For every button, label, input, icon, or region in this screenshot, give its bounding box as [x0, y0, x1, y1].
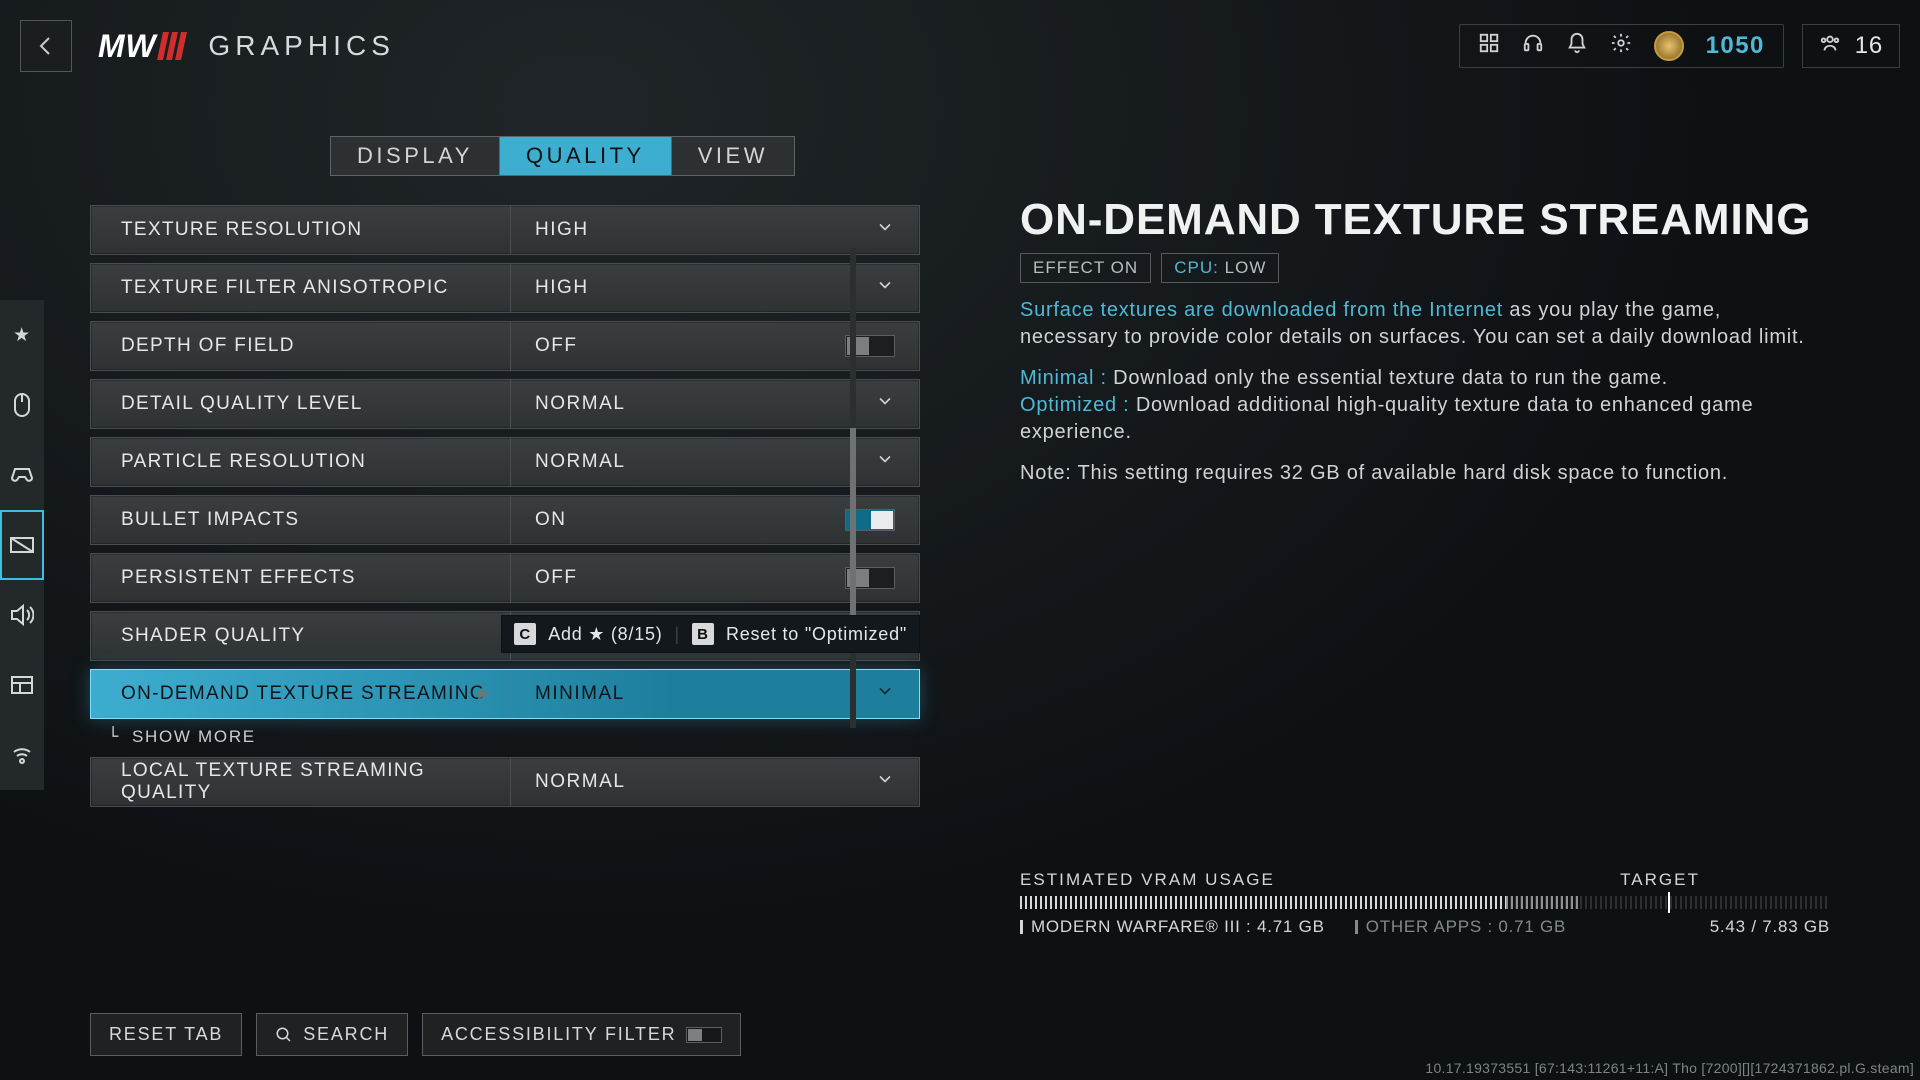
setting-row-detail-quality-level[interactable]: DETAIL QUALITY LEVELNORMAL	[90, 379, 920, 429]
bell-icon[interactable]	[1566, 32, 1588, 60]
setting-row-bullet-impacts[interactable]: BULLET IMPACTSON	[90, 495, 920, 545]
rail-network[interactable]	[0, 720, 44, 790]
chevron-down-icon	[875, 449, 895, 475]
setting-value[interactable]: MINIMAL	[511, 670, 919, 718]
game-logo: MW	[98, 28, 184, 65]
setting-label: BULLET IMPACTS	[91, 496, 511, 544]
vram-est-label: ESTIMATED VRAM USAGE	[1020, 870, 1275, 890]
party-widget[interactable]: 16	[1802, 24, 1900, 68]
chevron-down-icon	[875, 681, 895, 707]
vram-usage: ESTIMATED VRAM USAGE TARGET MODERN WARFA…	[1020, 870, 1830, 937]
tab-quality[interactable]: QUALITY	[499, 137, 671, 175]
headset-icon[interactable]	[1522, 32, 1544, 60]
setting-value[interactable]: HIGH	[511, 264, 919, 312]
reset-tab-button[interactable]: RESET TAB	[90, 1013, 242, 1056]
back-button[interactable]	[20, 20, 72, 72]
description-title: ON-DEMAND TEXTURE STREAMING	[1020, 195, 1830, 245]
vram-other: OTHER APPS : 0.71 GB	[1355, 917, 1566, 937]
currency-coin-icon	[1654, 31, 1684, 61]
badge-cpu: CPU: LOW	[1161, 253, 1279, 283]
chevron-down-icon	[875, 391, 895, 417]
setting-label: TEXTURE RESOLUTION	[91, 206, 511, 254]
graphics-tabs: DISPLAYQUALITYVIEW	[330, 136, 795, 176]
search-icon	[275, 1026, 293, 1044]
controller-hint: C Add ★ (8/15) | B Reset to "Optimized"	[501, 615, 920, 653]
setting-label: LOCAL TEXTURE STREAMING QUALITY	[91, 758, 511, 806]
setting-value[interactable]: NORMAL	[511, 380, 919, 428]
scrollbar-thumb[interactable]	[850, 428, 856, 638]
setting-label: PARTICLE RESOLUTION	[91, 438, 511, 486]
favorite-star-icon: ★	[474, 683, 492, 706]
tab-view[interactable]: VIEW	[671, 137, 794, 175]
setting-value[interactable]: OFF	[511, 322, 919, 370]
vram-total: 5.43 / 7.83 GB	[1710, 917, 1830, 937]
setting-label: TEXTURE FILTER ANISOTROPIC	[91, 264, 511, 312]
party-icon	[1819, 32, 1841, 60]
setting-row-persistent-effects[interactable]: PERSISTENT EFFECTSOFF	[90, 553, 920, 603]
setting-value[interactable]: ON	[511, 496, 919, 544]
badge-effect-on: EFFECT ON	[1020, 253, 1151, 283]
setting-value[interactable]: NORMAL	[511, 758, 919, 806]
party-count: 16	[1855, 32, 1883, 60]
setting-row-on-demand-texture-streaming[interactable]: ON-DEMAND TEXTURE STREAMING★MINIMAL	[90, 669, 920, 719]
setting-value[interactable]: HIGH	[511, 206, 919, 254]
search-button[interactable]: SEARCH	[256, 1013, 408, 1056]
settings-rail: ★	[0, 300, 44, 790]
setting-label: ON-DEMAND TEXTURE STREAMING★	[91, 670, 511, 718]
setting-description: ON-DEMAND TEXTURE STREAMING EFFECT ON CP…	[1020, 195, 1830, 487]
setting-row-depth-of-field[interactable]: DEPTH OF FIELDOFF	[90, 321, 920, 371]
setting-value[interactable]: OFF	[511, 554, 919, 602]
setting-value[interactable]: NORMAL	[511, 438, 919, 486]
setting-label: DETAIL QUALITY LEVEL	[91, 380, 511, 428]
rail-audio[interactable]	[0, 580, 44, 650]
setting-row-particle-resolution[interactable]: PARTICLE RESOLUTIONNORMAL	[90, 437, 920, 487]
setting-label: SHADER QUALITY	[91, 612, 511, 660]
setting-row-texture-resolution[interactable]: TEXTURE RESOLUTIONHIGH	[90, 205, 920, 255]
tab-display[interactable]: DISPLAY	[331, 137, 499, 175]
vram-bar	[1020, 896, 1830, 909]
setting-label: DEPTH OF FIELD	[91, 322, 511, 370]
accessibility-filter-button[interactable]: ACCESSIBILITY FILTER	[422, 1013, 741, 1056]
setting-label: PERSISTENT EFFECTS	[91, 554, 511, 602]
accessibility-toggle[interactable]	[686, 1027, 722, 1043]
chevron-down-icon	[875, 769, 895, 795]
settings-list: C Add ★ (8/15) | B Reset to "Optimized" …	[90, 205, 920, 905]
apps-icon[interactable]	[1478, 32, 1500, 60]
rail-favorites[interactable]: ★	[0, 300, 44, 370]
gear-icon[interactable]	[1610, 32, 1632, 60]
show-more[interactable]: └SHOW MORE	[108, 727, 920, 747]
rail-mouse[interactable]	[0, 370, 44, 440]
currency-amount[interactable]: 1050	[1706, 32, 1765, 60]
rail-interface[interactable]	[0, 650, 44, 720]
setting-row-texture-filter-anisotropic[interactable]: TEXTURE FILTER ANISOTROPICHIGH	[90, 263, 920, 313]
setting-row-local-texture-streaming-quality[interactable]: LOCAL TEXTURE STREAMING QUALITYNORMAL	[90, 757, 920, 807]
rail-graphics[interactable]	[0, 510, 44, 580]
vram-target-label: TARGET	[1620, 870, 1700, 890]
chevron-down-icon	[875, 275, 895, 301]
chevron-down-icon	[875, 217, 895, 243]
build-string: 10.17.19373551 [67:143:11261+11:A] Tho […	[1425, 1060, 1914, 1076]
list-scrollbar[interactable]	[850, 248, 856, 728]
rail-controller[interactable]	[0, 440, 44, 510]
vram-game: MODERN WARFARE® III : 4.71 GB	[1020, 917, 1325, 937]
page-title: GRAPHICS	[208, 30, 395, 62]
hint-key-c: C	[514, 623, 536, 645]
hint-key-b: B	[692, 623, 714, 645]
